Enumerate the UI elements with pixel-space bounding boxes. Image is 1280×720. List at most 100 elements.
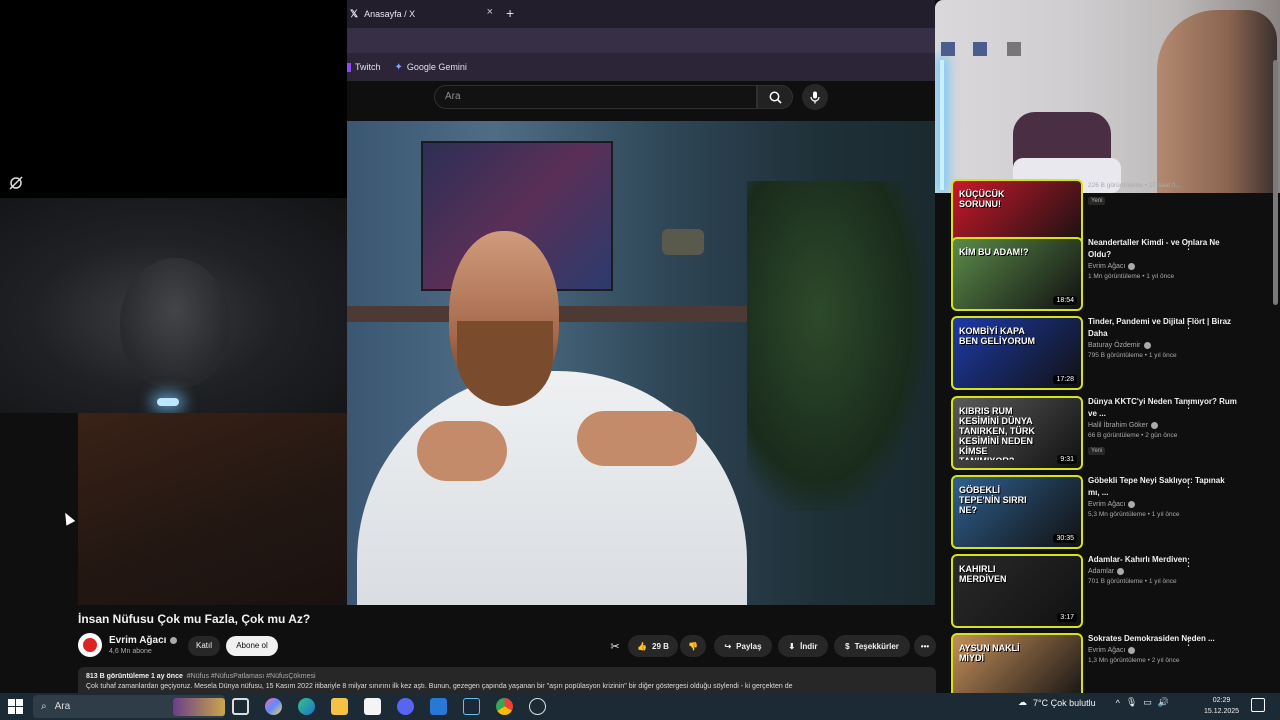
channel-label: Evrim Ağacı <box>1088 263 1126 270</box>
weather-icon: ☁ <box>1018 697 1027 707</box>
download-button[interactable]: ⬇ İndir <box>778 635 828 657</box>
video-duration: 17:28 <box>1053 375 1077 384</box>
verified-icon <box>1128 263 1136 270</box>
channel-name[interactable]: Evrim Ağacı <box>109 635 178 646</box>
tab-title: Anasayfa / X <box>364 9 416 19</box>
file-explorer-icon[interactable] <box>331 698 348 715</box>
thumbnail-text: KÜÇÜCÜK SORUNU! <box>959 189 1005 209</box>
microphone-icon[interactable]: 🎙 <box>1126 697 1137 708</box>
channel-avatar[interactable] <box>78 633 102 657</box>
subscribe-button[interactable]: Abone ol <box>226 636 278 656</box>
thanks-button[interactable]: $ Teşekkürler <box>834 635 910 657</box>
recommended-title[interactable]: Dünya KKTC'yi Neden Tanımıyor? Rum ve ..… <box>1088 396 1238 420</box>
channel-label: Evrim Ağacı <box>1088 501 1126 508</box>
taskbar-search[interactable]: ⌕ Ara <box>33 695 225 718</box>
clip-button[interactable]: ✂ <box>605 637 625 655</box>
chevron-up-icon[interactable]: ^ <box>1116 698 1120 708</box>
channel-label: Halil İbrahim Göker <box>1088 422 1148 429</box>
new-badge: Yeni <box>1088 197 1106 205</box>
video-player[interactable] <box>347 121 935 605</box>
join-button[interactable]: Katıl <box>188 636 220 656</box>
bookmark-gemini[interactable]: ✦ Google Gemini <box>395 62 467 73</box>
recommended-title[interactable]: Göbekli Tepe Neyi Saklıyor: Tapınak mı, … <box>1088 475 1238 499</box>
recommended-video[interactable]: GÖBEKLİ TEPE'NİN SIRRI NE? 30:35 Göbekli T… <box>951 475 1271 550</box>
video-thumbnail[interactable]: KİM BU ADAM!? 18:54 <box>951 237 1083 311</box>
search-button[interactable] <box>757 85 793 109</box>
video-duration: 30:35 <box>1053 534 1077 543</box>
share-icon: ↪ <box>724 641 732 651</box>
notification-icon[interactable] <box>1251 698 1265 712</box>
recommended-title[interactable]: Neandertaller Kimdi - ve Onlara Ne Oldu? <box>1088 237 1238 261</box>
chrome-icon[interactable] <box>496 698 513 715</box>
discord-icon[interactable] <box>397 698 414 715</box>
video-thumbnail[interactable]: KAHIRLI MERDİVEN 3:17 <box>951 554 1083 628</box>
subscriber-count: 4,6 Mn abone <box>109 648 152 655</box>
search-highlight-image <box>173 697 225 716</box>
copilot-icon[interactable] <box>265 698 282 715</box>
more-options-icon[interactable]: ⋮ <box>1183 635 1194 648</box>
hashtags[interactable]: #Nüfus #NüfusPatlaması #NüfusÇökmesi <box>187 673 316 680</box>
recommended-video[interactable]: KOMBİYİ KAPA BEN GELİYORUM 17:28 Tinder, P… <box>951 316 1271 391</box>
dislike-button[interactable]: 👎 <box>680 635 706 657</box>
thumbnail-text: AYSUN NAKLİ MİYDİ <box>959 643 1020 663</box>
verified-icon <box>1128 501 1136 508</box>
recommended-views: 1,3 Mn görüntüleme • 2 yıl önce <box>1088 657 1180 664</box>
bookmark-twitch[interactable]: Twitch <box>347 62 381 72</box>
recommended-video[interactable]: KAHIRLI MERDİVEN 3:17 Adamlar- Kahırlı Mer… <box>951 554 1271 629</box>
video-thumbnail[interactable]: GÖBEKLİ TEPE'NİN SIRRI NE? 30:35 <box>951 475 1083 549</box>
more-actions-button[interactable]: ••• <box>914 635 936 657</box>
obs-icon[interactable] <box>529 698 546 715</box>
voice-search-button[interactable] <box>802 84 828 110</box>
recommended-title[interactable]: Adamlar- Kahırlı Merdiven <box>1088 554 1238 566</box>
verified-icon <box>1143 342 1151 349</box>
sparkle-icon: ✂ <box>610 640 620 653</box>
recommended-channel[interactable]: Halil İbrahim Göker <box>1088 422 1238 429</box>
scrollbar[interactable] <box>1273 60 1278 305</box>
new-tab-button[interactable]: + <box>506 5 514 21</box>
recommended-channel[interactable]: Adamlar <box>1088 568 1238 575</box>
more-options-icon[interactable]: ⋮ <box>1183 318 1194 331</box>
more-options-icon[interactable]: ⋮ <box>1183 398 1194 411</box>
video-thumbnail[interactable]: KOMBİYİ KAPA BEN GELİYORUM 17:28 <box>951 316 1083 390</box>
more-options-icon[interactable]: ⋮ <box>1183 556 1194 569</box>
steam-icon[interactable] <box>463 698 480 715</box>
edge-icon[interactable] <box>298 698 315 715</box>
share-button[interactable]: ↪ Paylaş <box>714 635 772 657</box>
recommended-channel[interactable]: Baturay Özdemir <box>1088 342 1238 349</box>
video-duration: 18:54 <box>1053 296 1077 305</box>
mouse-cursor <box>60 510 76 526</box>
channel-label: Adamlar <box>1088 568 1115 575</box>
recommended-title[interactable]: Tinder, Pandemi ve Dijital Flört | Biraz… <box>1088 316 1238 340</box>
video-duration: 3:17 <box>1057 613 1077 622</box>
search-input[interactable]: Ara <box>434 85 757 109</box>
volume-icon[interactable]: 🔊 <box>1158 697 1169 708</box>
like-button[interactable]: 👍 29 B <box>628 635 678 657</box>
network-icon[interactable]: ▭ <box>1143 697 1152 708</box>
tab-close-icon[interactable]: × <box>487 6 493 18</box>
webcam-overlay-left <box>0 198 347 413</box>
weather-text[interactable]: 7°C Çok bulutlu <box>1033 698 1096 708</box>
more-options-icon[interactable]: ⋮ <box>1183 477 1194 490</box>
mail-icon[interactable] <box>430 698 447 715</box>
recommended-video[interactable]: KIBRIS RUM KESİMİNİ DÜNYA TANIRKEN, TÜRK… <box>951 396 1271 471</box>
recommended-title[interactable]: Sokrates Demokrasiden Neden ... <box>1088 633 1238 645</box>
views-date: 813 B görüntüleme 1 ay önce <box>86 673 183 680</box>
verified-icon <box>1150 422 1158 429</box>
browser-tab[interactable]: 𝕏 Anasayfa / X × <box>347 0 499 28</box>
verified-icon <box>170 637 178 644</box>
recommended-video[interactable]: KİM BU ADAM!? 18:54 Neandertaller Kimdi - … <box>951 237 1271 312</box>
recommended-channel[interactable]: Evrim Ağacı <box>1088 647 1238 654</box>
taskbar-clock[interactable]: 02:29 15.12.2025 <box>1204 695 1239 717</box>
task-view-icon[interactable] <box>232 698 249 715</box>
recommended-channel[interactable]: Evrim Ağacı <box>1088 501 1238 508</box>
address-bar[interactable] <box>347 28 935 53</box>
channel-label: Baturay Özdemir <box>1088 342 1141 349</box>
video-title: İnsan Nüfusu Çok mu Fazla, Çok mu Az? <box>78 612 311 626</box>
store-icon[interactable] <box>364 698 381 715</box>
windows-start-button[interactable] <box>8 699 23 714</box>
description-box[interactable]: 813 B görüntüleme 1 ay önce #Nüfus #Nüfu… <box>78 667 936 695</box>
recommended-channel[interactable]: Evrim Ağacı <box>1088 263 1238 270</box>
new-badge: Yeni <box>1088 447 1106 455</box>
video-thumbnail[interactable]: KIBRIS RUM KESİMİNİ DÜNYA TANIRKEN, TÜRK… <box>951 396 1083 470</box>
more-options-icon[interactable]: ⋮ <box>1183 239 1194 252</box>
